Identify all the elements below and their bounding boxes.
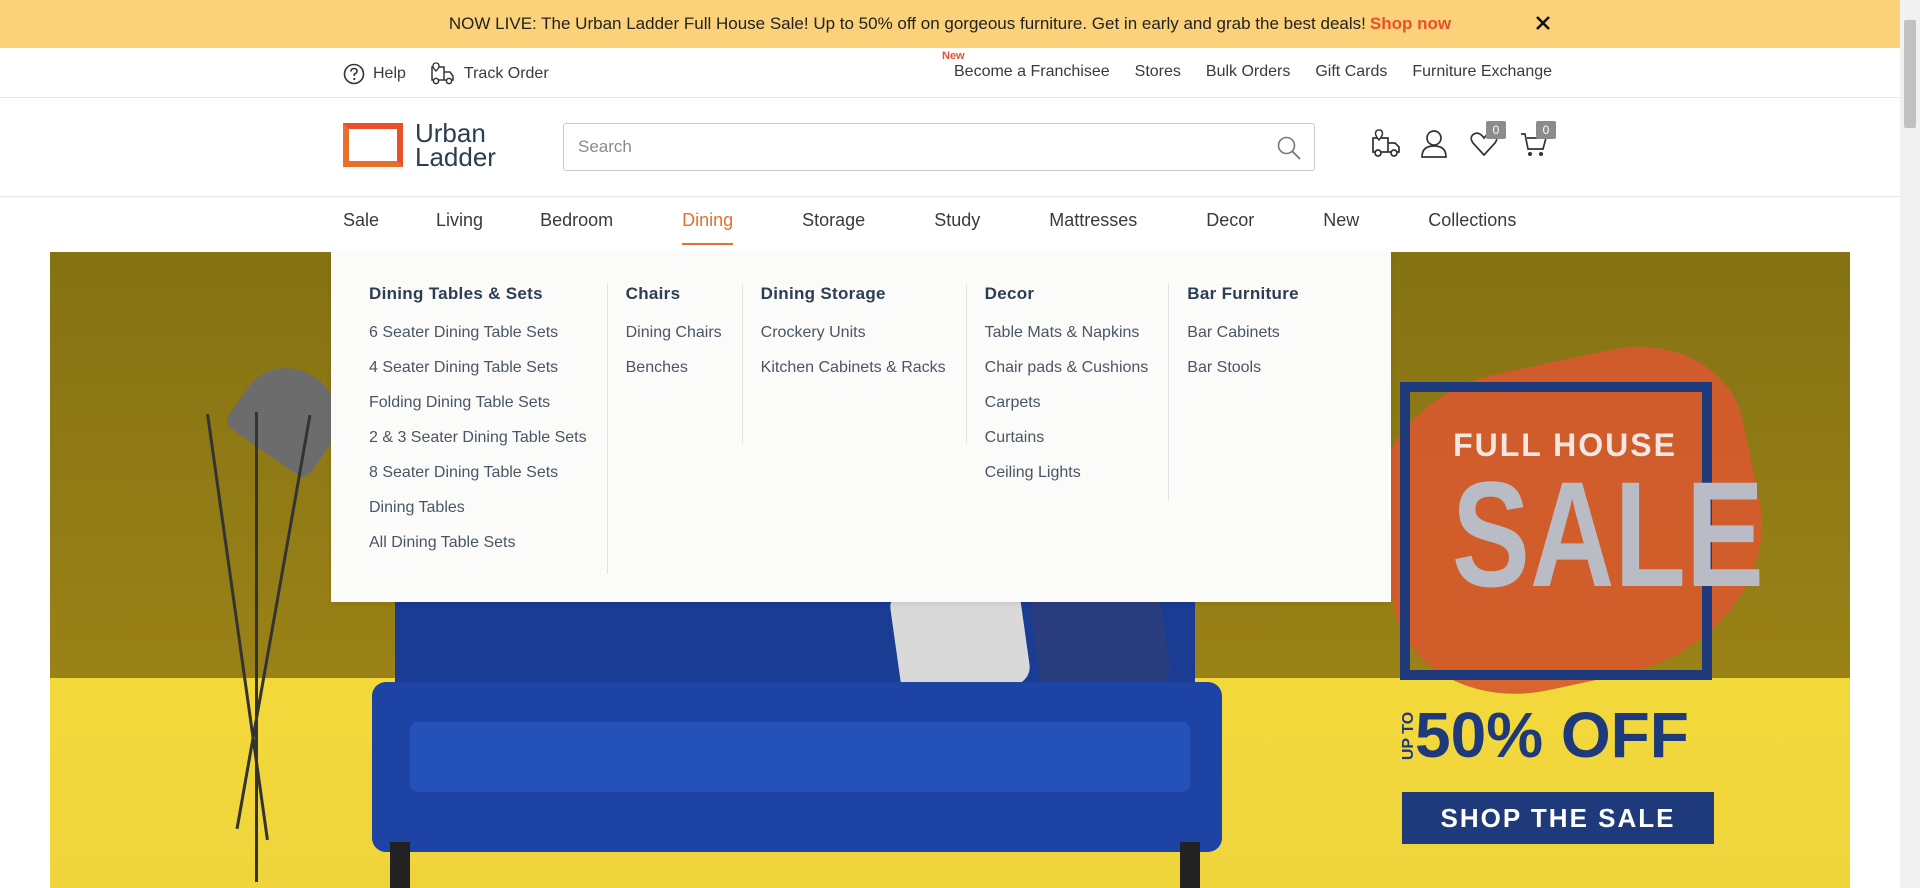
nav-bedroom[interactable]: Bedroom [540,210,613,245]
bulk-orders-link[interactable]: Bulk Orders [1206,63,1290,81]
close-icon[interactable] [1532,12,1554,34]
menu-heading[interactable]: Dining Tables & Sets [369,284,587,304]
lamp-leg [255,412,258,882]
lamp-leg [206,413,269,841]
shop-the-sale-button[interactable]: SHOP THE SALE [1402,792,1714,844]
sofa-leg [1180,842,1200,888]
wishlist-count-badge: 0 [1486,121,1506,139]
menu-heading[interactable]: Decor [985,284,1149,304]
scrollbar-thumb[interactable] [1904,20,1916,128]
menu-link[interactable]: Curtains [985,429,1149,447]
sofa-leg [390,842,410,888]
menu-link[interactable]: All Dining Table Sets [369,534,587,552]
menu-column: Dining Storage Crockery Units Kitchen Ca… [761,284,967,444]
wishlist-button[interactable]: 0 [1470,121,1506,159]
category-nav: Sale Living Bedroom Dining Storage Study… [343,210,1516,245]
shop-now-link[interactable]: Shop now [1370,14,1451,34]
help-label: Help [373,65,406,82]
nav-decor[interactable]: Decor [1206,210,1254,245]
menu-link[interactable]: Carpets [985,394,1149,412]
furniture-exchange-link[interactable]: Furniture Exchange [1412,63,1552,81]
main-header: Urban Ladder Search 0 0 [0,99,1900,197]
menu-heading[interactable]: Dining Storage [761,284,946,304]
dining-mega-menu: Dining Tables & Sets 6 Seater Dining Tab… [331,252,1391,602]
truck-icon [431,62,454,85]
logo-mark [343,123,403,167]
announcement-bar: NOW LIVE: The Urban Ladder Full House Sa… [0,0,1900,48]
menu-heading[interactable]: Bar Furniture [1187,284,1299,304]
become-franchisee-link[interactable]: New Become a Franchisee [942,50,1110,81]
discount-text: 50% OFF [1415,699,1689,771]
menu-link[interactable]: 4 Seater Dining Table Sets [369,359,587,377]
menu-link[interactable]: 2 & 3 Seater Dining Table Sets [369,429,587,447]
become-franchisee-label: Become a Franchisee [954,63,1110,80]
stores-link[interactable]: Stores [1135,63,1181,81]
menu-link[interactable]: Chair pads & Cushions [985,359,1149,377]
cart-count-badge: 0 [1536,121,1556,139]
lamp-leg [235,414,312,830]
menu-link[interactable]: Table Mats & Napkins [985,324,1149,342]
user-icon [1421,130,1447,158]
nav-sale[interactable]: Sale [343,210,379,245]
announcement-text: NOW LIVE: The Urban Ladder Full House Sa… [448,14,1366,33]
nav-storage[interactable]: Storage [802,210,865,245]
nav-mattresses[interactable]: Mattresses [1049,210,1137,245]
menu-column: Decor Table Mats & Napkins Chair pads & … [985,284,1170,500]
nav-study[interactable]: Study [934,210,980,245]
menu-link[interactable]: Bar Stools [1187,359,1299,377]
search-box [563,123,1315,171]
track-order-label: Track Order [463,65,549,82]
urban-ladder-logo[interactable]: Urban Ladder [343,120,496,172]
account-button[interactable] [1420,129,1448,159]
menu-heading[interactable]: Chairs [626,284,722,304]
nav-dining[interactable]: Dining [682,210,734,245]
search-icon[interactable] [1276,135,1302,161]
menu-link[interactable]: 6 Seater Dining Table Sets [369,324,587,342]
menu-link[interactable]: Folding Dining Table Sets [369,394,587,412]
gift-cards-link[interactable]: Gift Cards [1315,63,1387,81]
logo-word-2: Ladder [415,142,496,172]
nav-new[interactable]: New [1323,210,1359,245]
new-tag: New [942,50,965,62]
search-input[interactable] [564,124,1314,170]
help-icon [343,63,365,85]
menu-link[interactable]: Bar Cabinets [1187,324,1299,342]
help-link[interactable]: Help [343,61,406,87]
delivery-truck-icon [1372,129,1400,157]
menu-column: Bar Furniture Bar Cabinets Bar Stools [1187,284,1319,574]
sofa-seat [410,722,1190,792]
menu-column: Chairs Dining Chairs Benches [626,284,743,444]
menu-link[interactable]: Ceiling Lights [985,464,1149,482]
menu-link[interactable]: Kitchen Cabinets & Racks [761,359,946,377]
track-order-link[interactable]: Track Order [428,61,549,87]
menu-column: Dining Tables & Sets 6 Seater Dining Tab… [369,284,608,574]
menu-link[interactable]: Crockery Units [761,324,946,342]
nav-living[interactable]: Living [436,210,483,245]
menu-link[interactable]: 8 Seater Dining Table Sets [369,464,587,482]
sale-text: SALE [1451,450,1764,618]
utility-bar: Help Track Order New Become a Franchisee … [0,48,1900,98]
cart-button[interactable]: 0 [1520,121,1556,159]
menu-link[interactable]: Benches [626,359,722,377]
menu-link[interactable]: Dining Chairs [626,324,722,342]
page-scrollbar[interactable] [1900,0,1920,888]
track-order-button[interactable] [1370,129,1400,159]
nav-collections[interactable]: Collections [1428,210,1516,245]
menu-link[interactable]: Dining Tables [369,499,587,517]
